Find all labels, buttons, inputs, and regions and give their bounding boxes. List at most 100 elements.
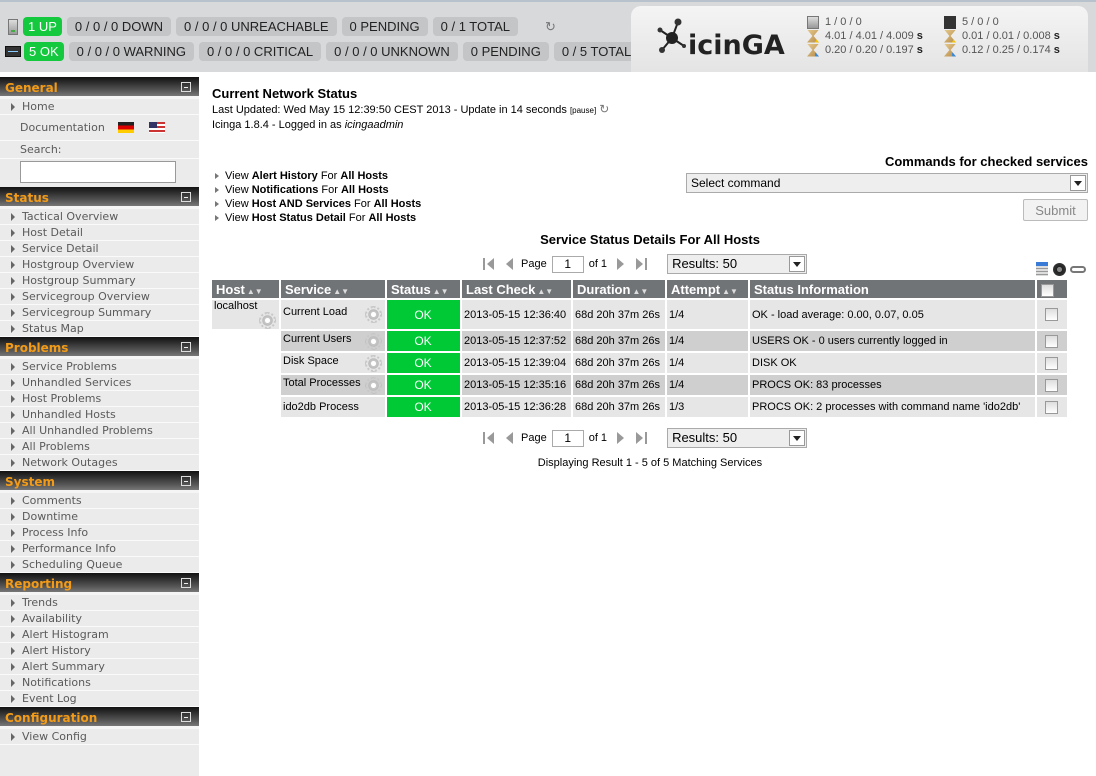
row-checkbox[interactable] [1045, 308, 1058, 321]
sidebar-item-downtime[interactable]: Downtime [0, 509, 199, 525]
sidebar-item-servicegroup-overview[interactable]: Servicegroup Overview [0, 289, 199, 305]
gear-icon[interactable] [365, 354, 382, 372]
sort-icon[interactable]: ▲▼ [537, 287, 553, 296]
icinga-logo[interactable]: icinGA [656, 16, 786, 62]
sidebar-item-tactical-overview[interactable]: Tactical Overview [0, 209, 199, 225]
next-page-icon[interactable] [617, 258, 628, 270]
next-page-icon[interactable] [617, 432, 628, 444]
gear-icon[interactable] [365, 376, 382, 394]
submit-button[interactable]: Submit [1023, 199, 1088, 221]
hosts-down-badge[interactable]: 0 / 0 / 0 DOWN [66, 17, 172, 36]
column-header-status[interactable]: Status ▲▼ [387, 280, 460, 300]
results-per-page-select[interactable]: Results: 50 [667, 254, 808, 274]
chevron-down-icon[interactable] [789, 256, 806, 272]
sidebar-item-hostgroup-summary[interactable]: Hostgroup Summary [0, 273, 199, 289]
sidebar-item-alert-histogram[interactable]: Alert Histogram [0, 627, 199, 643]
sidebar-item-all-problems[interactable]: All Problems [0, 439, 199, 455]
sidebar-item-all-unhandled-problems[interactable]: All Unhandled Problems [0, 423, 199, 439]
first-page-icon[interactable] [483, 258, 494, 270]
sidebar-item-service-detail[interactable]: Service Detail [0, 241, 199, 257]
collapse-icon[interactable] [181, 192, 191, 202]
sidebar-item-event-log[interactable]: Event Log [0, 691, 199, 707]
service-link[interactable]: Disk Space [283, 355, 339, 367]
sidebar-item-unhandled-hosts[interactable]: Unhandled Hosts [0, 407, 199, 423]
previous-page-icon[interactable] [502, 432, 513, 444]
hosts-pending-badge[interactable]: 0 PENDING [341, 17, 428, 36]
view-link[interactable]: View Alert History For All Hosts [212, 169, 421, 183]
german-flag-icon[interactable] [117, 122, 134, 133]
page-input[interactable] [551, 255, 584, 273]
sidebar-item-service-problems[interactable]: Service Problems [0, 359, 199, 375]
collapse-icon[interactable] [181, 578, 191, 588]
sidebar-item-host-detail[interactable]: Host Detail [0, 225, 199, 241]
sidebar-item-trends[interactable]: Trends [0, 595, 199, 611]
refresh-icon[interactable]: ↻ [599, 102, 609, 116]
sidebar-item-scheduling-queue[interactable]: Scheduling Queue [0, 557, 199, 573]
sidebar-item-unhandled-services[interactable]: Unhandled Services [0, 375, 199, 391]
sidebar-item-comments[interactable]: Comments [0, 493, 199, 509]
column-header-service[interactable]: Service ▲▼ [281, 280, 385, 300]
service-link[interactable]: Current Load [283, 306, 347, 318]
last-page-icon[interactable] [636, 432, 648, 444]
services-unknown-badge[interactable]: 0 / 0 / 0 UNKNOWN [326, 42, 458, 61]
collapse-icon[interactable] [181, 342, 191, 352]
sort-icon[interactable]: ▲▼ [722, 287, 738, 296]
column-header-duration[interactable]: Duration ▲▼ [573, 280, 665, 300]
hosts-up-badge[interactable]: 1 UP [23, 17, 62, 36]
sidebar-item-home[interactable]: Home [0, 99, 199, 115]
view-link[interactable]: View Notifications For All Hosts [212, 183, 421, 197]
collapse-icon[interactable] [181, 82, 191, 92]
sidebar-item-hostgroup-overview[interactable]: Hostgroup Overview [0, 257, 199, 273]
sidebar-item-status-map[interactable]: Status Map [0, 321, 199, 337]
link-icon[interactable] [1070, 265, 1086, 273]
services-pending-badge[interactable]: 0 PENDING [462, 42, 549, 61]
column-header-last-check[interactable]: Last Check ▲▼ [462, 280, 571, 300]
previous-page-icon[interactable] [502, 258, 513, 270]
hosts-total-badge[interactable]: 0 / 1 TOTAL [432, 17, 518, 36]
column-header-host[interactable]: Host ▲▼ [212, 280, 279, 300]
row-checkbox[interactable] [1045, 378, 1058, 392]
service-link[interactable]: Total Processes [283, 377, 361, 389]
sort-icon[interactable]: ▲▼ [632, 287, 648, 296]
host-link[interactable]: localhost [214, 300, 257, 312]
sort-icon[interactable]: ▲▼ [247, 287, 263, 296]
refresh-icon[interactable]: ↻ [545, 19, 556, 35]
command-select[interactable]: Select command [686, 173, 1088, 193]
last-page-icon[interactable] [636, 258, 648, 270]
pause-link[interactable]: [pause] [570, 106, 596, 115]
services-critical-badge[interactable]: 0 / 0 / 0 CRITICAL [198, 42, 322, 61]
view-link[interactable]: View Host AND Services For All Hosts [212, 197, 421, 211]
gear-icon[interactable] [365, 306, 382, 323]
collapse-icon[interactable] [181, 476, 191, 486]
sort-icon[interactable]: ▲▼ [433, 287, 449, 296]
sidebar-item-alert-summary[interactable]: Alert Summary [0, 659, 199, 675]
gear-icon[interactable] [365, 332, 382, 350]
csv-export-icon[interactable] [1036, 262, 1048, 276]
sidebar-item-availability[interactable]: Availability [0, 611, 199, 627]
collapse-icon[interactable] [181, 712, 191, 722]
services-total-badge[interactable]: 0 / 5 TOTAL [553, 42, 640, 61]
hosts-unreachable-badge[interactable]: 0 / 0 / 0 UNREACHABLE [176, 17, 337, 36]
sidebar-item-host-problems[interactable]: Host Problems [0, 391, 199, 407]
sidebar-item-notifications[interactable]: Notifications [0, 675, 199, 691]
sidebar-item-performance-info[interactable]: Performance Info [0, 541, 199, 557]
services-warning-badge[interactable]: 0 / 0 / 0 WARNING [68, 42, 194, 61]
sort-icon[interactable]: ▲▼ [333, 287, 349, 296]
services-ok-badge[interactable]: 5 OK [24, 42, 64, 61]
sidebar-item-process-info[interactable]: Process Info [0, 525, 199, 541]
chevron-down-icon[interactable] [789, 430, 806, 446]
service-link[interactable]: Current Users [283, 333, 351, 345]
search-input[interactable] [20, 161, 176, 183]
select-all-checkbox[interactable] [1041, 283, 1054, 297]
row-checkbox[interactable] [1045, 334, 1058, 348]
sidebar-item-alert-history[interactable]: Alert History [0, 643, 199, 659]
results-per-page-select[interactable]: Results: 50 [667, 428, 808, 448]
sidebar-item-servicegroup-summary[interactable]: Servicegroup Summary [0, 305, 199, 321]
service-link[interactable]: ido2db Process [283, 401, 359, 413]
view-link[interactable]: View Host Status Detail For All Hosts [212, 211, 421, 225]
column-header-attempt[interactable]: Attempt ▲▼ [667, 280, 748, 300]
row-checkbox[interactable] [1045, 356, 1058, 370]
sidebar-item-network-outages[interactable]: Network Outages [0, 455, 199, 471]
page-input[interactable] [551, 429, 584, 447]
gear-icon[interactable] [259, 312, 276, 329]
